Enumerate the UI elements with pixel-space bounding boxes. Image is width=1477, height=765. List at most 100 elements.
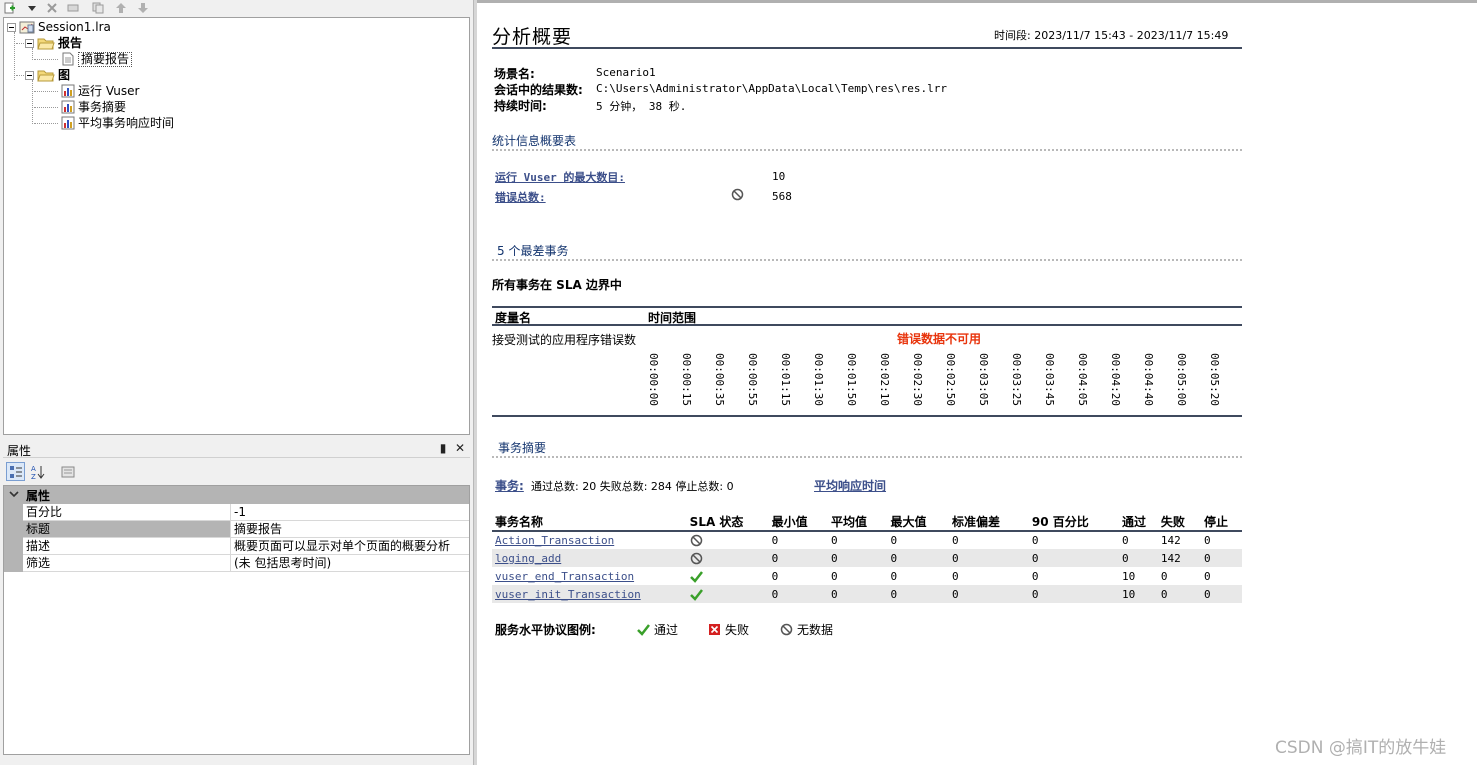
categorized-view-icon[interactable]	[6, 462, 25, 481]
cell-avg: 0	[828, 585, 888, 603]
tree-node-session[interactable]: Session1.lra	[7, 19, 111, 35]
close-icon[interactable]: ✕	[453, 441, 467, 456]
stats-section-title: 统计信息概要表	[492, 134, 577, 148]
transaction-summary-title: 事务摘要	[498, 441, 547, 455]
cell-stop: 0	[1200, 585, 1242, 603]
cell-std: 0	[951, 569, 959, 583]
cell-fail: 142	[1157, 549, 1201, 567]
move-up-icon[interactable]	[114, 1, 128, 14]
move-down-icon[interactable]	[136, 1, 150, 14]
no-data-icon	[731, 188, 744, 201]
total-errors-link[interactable]: 错误总数:	[495, 189, 546, 205]
copy-icon[interactable]	[91, 1, 105, 14]
column-header: 平均值	[828, 513, 888, 532]
transactions-link[interactable]: 事务:	[495, 477, 524, 494]
transaction-name-link[interactable]: vuser_init_Transaction	[495, 588, 641, 601]
time-tick-label: 00:02:30	[911, 353, 924, 406]
transaction-name-link[interactable]: Action_Transaction	[495, 534, 614, 547]
property-value[interactable]: (未 包括思考时间)	[232, 555, 468, 571]
bar-graph-icon	[61, 116, 75, 130]
property-row-percentile[interactable]: 百分比 -1	[4, 504, 469, 521]
time-tick-label: 00:03:45	[1043, 353, 1056, 406]
transaction-counts: 通过总数: 20 失败总数: 284 停止总数: 0	[531, 480, 734, 493]
tree-toolbar	[0, 0, 473, 16]
tree-node-avg-response-time[interactable]: 平均事务响应时间	[61, 115, 174, 131]
sla-legend-title: 服务水平协议图例:	[495, 623, 596, 637]
duration-value: 5 分钟， 38 秒.	[596, 100, 687, 113]
sla-status-cell	[687, 567, 769, 585]
cell-min: 0	[768, 549, 829, 567]
cell-avg: 0	[828, 549, 888, 567]
max-vusers-link[interactable]: 运行 Vuser 的最大数目:	[495, 169, 625, 185]
scenario-value: Scenario1	[596, 66, 656, 79]
legend-fail: 失败	[708, 621, 749, 638]
time-tick-label: 00:00:35	[713, 353, 726, 406]
session-tree: Session1.lra 报告 摘要报告 图 运行 Vuser 事务摘要 平均事…	[3, 17, 470, 435]
section-divider	[492, 149, 1242, 151]
property-value[interactable]: -1	[232, 504, 468, 520]
properties-grid: 属性 百分比 -1 标题 摘要报告 描述 概要页面可以显示对单个页面的概要分析 …	[3, 485, 470, 755]
cell-pass: 10	[1119, 585, 1158, 603]
property-row-title[interactable]: 标题 摘要报告	[4, 521, 469, 538]
cell-fail: 0	[1160, 569, 1168, 583]
collapse-toggle-icon[interactable]	[25, 70, 34, 80]
folder-open-icon	[37, 70, 55, 81]
tree-node-summary-report[interactable]: 摘要报告	[61, 51, 133, 67]
page-title: 分析概要	[492, 26, 573, 48]
property-row-filter[interactable]: 筛选 (未 包括思考时间)	[4, 555, 469, 572]
delete-icon[interactable]	[45, 1, 59, 14]
column-header: 最小值	[768, 513, 829, 532]
avg-response-time-link[interactable]: 平均响应时间	[814, 477, 886, 494]
add-graph-icon[interactable]	[3, 1, 17, 14]
transaction-name-link[interactable]: loging_add	[495, 552, 561, 565]
property-value[interactable]: 概要页面可以显示对单个页面的概要分析	[232, 538, 468, 554]
legend-pass-label: 通过	[654, 623, 679, 637]
check-icon	[637, 624, 650, 636]
table-row: loging_add 0 0 0 0 0 0 142 0	[492, 549, 1242, 567]
property-value[interactable]: 摘要报告	[232, 521, 468, 537]
table-row: Action_Transaction 0 0 0 0 0 0 142 0	[492, 531, 1242, 549]
collapse-toggle-icon[interactable]	[25, 38, 34, 48]
pin-icon[interactable]: ▮	[436, 441, 450, 456]
svg-text:A: A	[31, 465, 36, 473]
sla-status-cell	[686, 549, 769, 567]
tree-node-graphs[interactable]: 图	[25, 67, 70, 83]
column-header: 标准偏差	[948, 513, 1029, 532]
cell-avg: 0	[831, 534, 838, 547]
check-icon	[689, 570, 703, 583]
results-value: C:\Users\Administrator\AppData\Local\Tem…	[596, 82, 947, 95]
time-tick-label: 00:00:15	[680, 353, 693, 406]
section-divider	[492, 456, 1242, 458]
cell-avg: 0	[831, 569, 838, 583]
no-data-icon	[690, 552, 702, 564]
document-icon	[62, 52, 74, 66]
column-header: 通过	[1119, 513, 1158, 532]
cell-fail: 142	[1160, 534, 1181, 547]
chevron-down-icon[interactable]	[9, 489, 19, 499]
time-period: 时间段: 2023/11/7 15:43 - 2023/11/7 15:49	[994, 29, 1229, 42]
property-pages-icon[interactable]	[58, 462, 77, 481]
dropdown-arrow-icon[interactable]	[25, 1, 39, 14]
tree-node-running-vusers[interactable]: 运行 Vuser	[61, 83, 139, 99]
properties-category-label: 属性	[26, 489, 51, 503]
watermark: CSDN @搞IT的放牛娃	[1275, 738, 1447, 758]
transaction-name-link[interactable]: vuser_end_Transaction	[495, 570, 634, 583]
tree-node-transaction-summary[interactable]: 事务摘要	[61, 99, 126, 115]
tree-node-reports[interactable]: 报告	[25, 35, 82, 51]
alphabetical-sort-icon[interactable]: AZ	[28, 462, 47, 481]
cell-std: 0	[948, 549, 1029, 567]
property-name: 筛选	[23, 555, 231, 571]
results-label: 会话中的结果数:	[494, 83, 583, 97]
collapse-toggle-icon[interactable]	[7, 22, 16, 32]
legend-no-data-label: 无数据	[797, 623, 834, 637]
minimize-icon[interactable]	[66, 1, 80, 14]
column-header: 最大值	[887, 513, 949, 532]
properties-category-row[interactable]: 属性	[4, 486, 469, 504]
summary-report: 分析概要 时间段: 2023/11/7 15:43 - 2023/11/7 15…	[477, 0, 1477, 765]
no-data-icon	[780, 623, 793, 636]
time-tick-label: 00:01:30	[812, 353, 825, 406]
time-tick-label: 00:05:00	[1175, 353, 1188, 406]
property-row-description[interactable]: 描述 概要页面可以显示对单个页面的概要分析	[4, 538, 469, 555]
error-data-unavailable: 错误数据不可用	[897, 332, 982, 346]
max-vusers-value: 10	[772, 170, 786, 183]
